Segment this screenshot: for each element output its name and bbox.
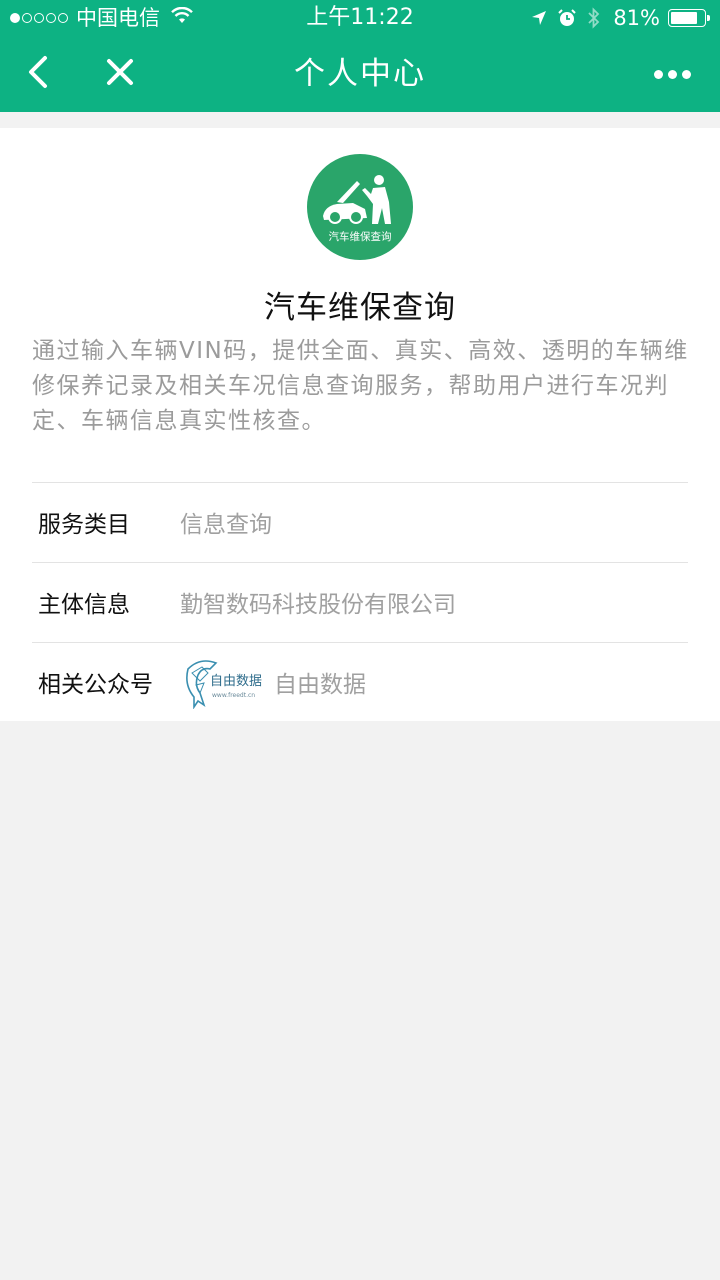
close-button[interactable] [100,54,140,94]
battery-percent: 81% [613,6,660,30]
battery-icon [668,9,710,27]
app-logo-text: 汽车维保查询 [329,230,392,243]
entity-info-value: 勤智数码科技股份有限公司 [180,592,456,618]
related-account[interactable]: 自由数据 www.freedt.cn 自由数据 [180,655,366,709]
account-logo: 自由数据 www.freedt.cn [186,660,262,709]
battery-level [671,12,697,24]
related-account-name: 自由数据 [274,672,366,698]
service-category-row: 服务类目 信息查询 [32,482,688,562]
more-button[interactable] [648,56,696,92]
service-category-label: 服务类目 [38,512,130,538]
navigation-bar: 个人中心 [0,36,720,112]
profile-card: 汽车维保查询 汽车维保查询 通过输入车辆VIN码，提供全面、真实、高效、透明的车… [0,128,720,721]
entity-info-label: 主体信息 [38,592,130,618]
service-category-value: 信息查询 [180,512,272,538]
related-account-row[interactable]: 相关公众号 自由数据 www.freedt.cn 自由数据 [32,642,688,722]
app-logo: 汽车维保查询 [307,154,413,260]
close-icon [106,58,134,90]
status-bar: 中国电信 上午11:22 81% [0,0,720,36]
status-right: 81% [521,0,710,36]
account-logo-text: 自由数据 [210,674,262,689]
alarm-clock-icon [557,8,577,28]
related-account-label: 相关公众号 [38,672,153,698]
more-dots-icon [651,69,693,79]
entity-info-row[interactable]: 主体信息 勤智数码科技股份有限公司 [32,562,688,642]
bluetooth-icon [587,7,601,29]
chevron-left-icon [27,55,49,93]
app-description: 通过输入车辆VIN码，提供全面、真实、高效、透明的车辆维修保养记录及相关车况信息… [32,338,689,434]
location-arrow-icon [531,10,547,26]
account-logo-url: www.freedt.cn [212,692,255,699]
back-button[interactable] [18,54,58,94]
app-name: 汽车维保查询 [264,290,456,326]
